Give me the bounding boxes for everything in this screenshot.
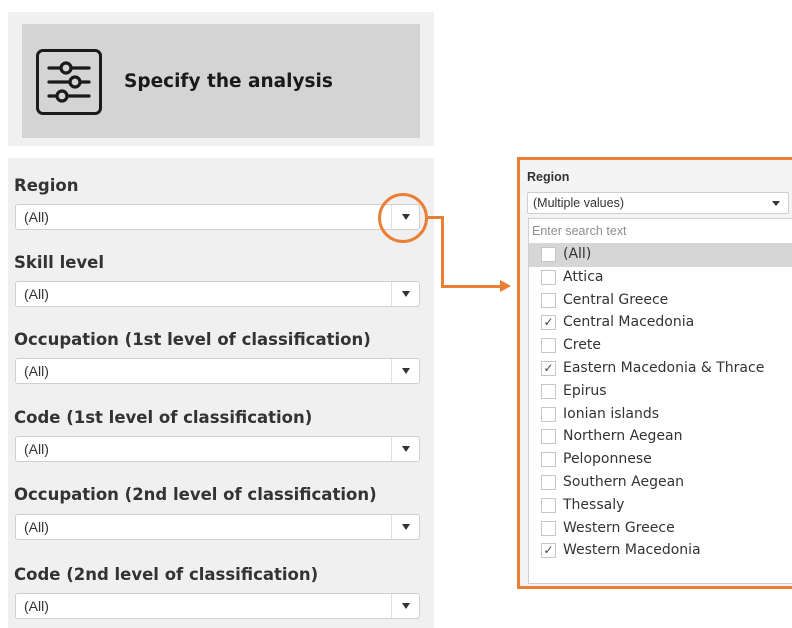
chevron-down-icon[interactable]: [391, 437, 419, 461]
options-list: Enter search text (All) Attica Central Gre…: [528, 218, 792, 584]
list-item[interactable]: ✓ Western Macedonia: [529, 540, 792, 563]
chevron-down-icon[interactable]: [391, 359, 419, 383]
list-item[interactable]: Attica: [529, 267, 792, 290]
search-input[interactable]: Enter search text: [529, 219, 792, 244]
region-dropdown-value: (All): [24, 209, 49, 225]
checkbox[interactable]: [541, 292, 556, 308]
list-item[interactable]: Northern Aegean: [529, 426, 792, 449]
popup-region-select[interactable]: (Multiple values): [527, 192, 789, 214]
option-label: Central Macedonia: [563, 314, 695, 331]
code-2nd-dropdown-value: (All): [24, 598, 49, 614]
checkbox[interactable]: [541, 429, 556, 445]
highlight-circle: [378, 193, 428, 243]
arrow-head-icon: [500, 280, 511, 292]
option-label: Attica: [563, 268, 604, 285]
checkbox[interactable]: [541, 520, 556, 536]
occupation-1st-dropdown[interactable]: (All): [15, 358, 420, 384]
list-item[interactable]: ✓ Eastern Macedonia & Thrace: [529, 358, 792, 381]
list-item[interactable]: Western Greece: [529, 518, 792, 541]
option-label: Northern Aegean: [563, 428, 683, 445]
popup-select-value: (Multiple values): [533, 196, 625, 210]
sliders-icon: [36, 49, 102, 115]
header-banner: Specify the analysis: [22, 24, 420, 138]
chevron-down-icon[interactable]: [391, 594, 419, 618]
checkbox[interactable]: ✓: [541, 315, 556, 331]
filter-label-region: Region: [14, 176, 79, 195]
chevron-down-icon[interactable]: [772, 201, 780, 206]
chevron-down-icon[interactable]: [391, 515, 419, 539]
region-dropdown-popup: Region (Multiple values) Enter search te…: [517, 157, 792, 589]
option-label: (All): [563, 246, 592, 262]
list-item[interactable]: Ionian islands: [529, 404, 792, 427]
checkbox[interactable]: [541, 269, 556, 285]
option-label: Western Macedonia: [563, 542, 701, 559]
checkbox[interactable]: [541, 383, 556, 399]
list-item[interactable]: Thessaly: [529, 495, 792, 518]
code-1st-dropdown-value: (All): [24, 441, 49, 457]
code-1st-dropdown[interactable]: (All): [15, 436, 420, 462]
option-label: Peloponnese: [563, 451, 652, 468]
option-label: Central Greece: [563, 291, 669, 308]
checkbox[interactable]: [541, 406, 556, 422]
filter-label-occupation-1st: Occupation (1st level of classification): [14, 330, 371, 349]
filter-label-skill-level: Skill level: [14, 253, 105, 272]
header-panel: Specify the analysis: [8, 12, 434, 146]
filter-label-occupation-2nd: Occupation (2nd level of classification): [14, 485, 377, 504]
checkbox[interactable]: [541, 474, 556, 490]
list-item[interactable]: Crete: [529, 335, 792, 358]
connector-line: [441, 285, 501, 288]
page-title: Specify the analysis: [124, 71, 333, 92]
option-label: Western Greece: [563, 519, 675, 536]
code-2nd-dropdown[interactable]: (All): [15, 593, 420, 619]
occupation-1st-dropdown-value: (All): [24, 363, 49, 379]
popup-label: Region: [527, 170, 570, 184]
option-label: Epirus: [563, 382, 607, 399]
list-item[interactable]: Peloponnese: [529, 449, 792, 472]
checkbox[interactable]: [541, 497, 556, 513]
chevron-down-icon[interactable]: [391, 282, 419, 306]
option-label: Ionian islands: [563, 405, 660, 422]
option-label: Southern Aegean: [563, 473, 685, 490]
list-item[interactable]: (All): [529, 244, 792, 267]
option-label: Eastern Macedonia & Thrace: [563, 359, 765, 376]
filter-label-code-2nd: Code (2nd level of classification): [14, 565, 319, 584]
list-item[interactable]: Central Greece: [529, 290, 792, 313]
skill-level-dropdown-value: (All): [24, 286, 49, 302]
list-item[interactable]: ✓ Central Macedonia: [529, 312, 792, 335]
checkbox[interactable]: ✓: [541, 360, 556, 376]
list-item[interactable]: Epirus: [529, 381, 792, 404]
option-label: Crete: [563, 337, 601, 354]
occupation-2nd-dropdown[interactable]: (All): [15, 514, 420, 540]
checkbox[interactable]: ✓: [541, 543, 556, 559]
connector-line: [441, 216, 444, 287]
skill-level-dropdown[interactable]: (All): [15, 281, 420, 307]
filter-label-code-1st: Code (1st level of classification): [14, 408, 313, 427]
option-label: Thessaly: [563, 496, 625, 513]
region-dropdown[interactable]: (All): [15, 204, 420, 230]
checkbox[interactable]: [541, 338, 556, 354]
filters-panel: Region (All) Skill level (All) Occupatio…: [8, 158, 434, 628]
list-item[interactable]: Southern Aegean: [529, 472, 792, 495]
checkbox[interactable]: [541, 247, 556, 262]
occupation-2nd-dropdown-value: (All): [24, 519, 49, 535]
checkbox[interactable]: [541, 452, 556, 468]
options-container: (All) Attica Central Greece ✓ Central Macedo…: [529, 244, 792, 563]
